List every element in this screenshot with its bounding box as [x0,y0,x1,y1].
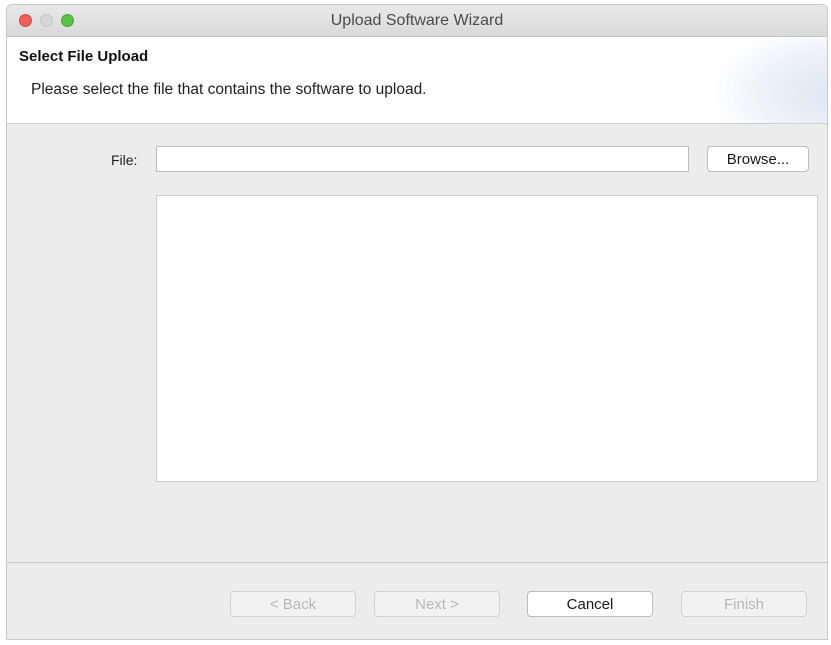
title-bar: Upload Software Wizard [7,5,827,37]
header-decoration [717,37,827,123]
back-button[interactable]: < Back [230,591,356,617]
window-title: Upload Software Wizard [330,12,504,29]
file-path-input[interactable] [156,146,689,172]
browse-button[interactable]: Browse... [707,146,809,172]
page-description: Please select the file that contains the… [31,81,427,98]
file-contents-list[interactable] [156,195,818,482]
finish-button[interactable]: Finish [681,591,807,617]
wizard-window: Upload Software Wizard Select File Uploa… [6,4,828,640]
page-title: Select File Upload [19,48,149,65]
file-label: File: [111,152,138,168]
footer-divider [7,562,827,563]
cancel-button[interactable]: Cancel [527,591,653,617]
next-button[interactable]: Next > [374,591,500,617]
wizard-header: Select File Upload Please select the fil… [7,37,827,124]
